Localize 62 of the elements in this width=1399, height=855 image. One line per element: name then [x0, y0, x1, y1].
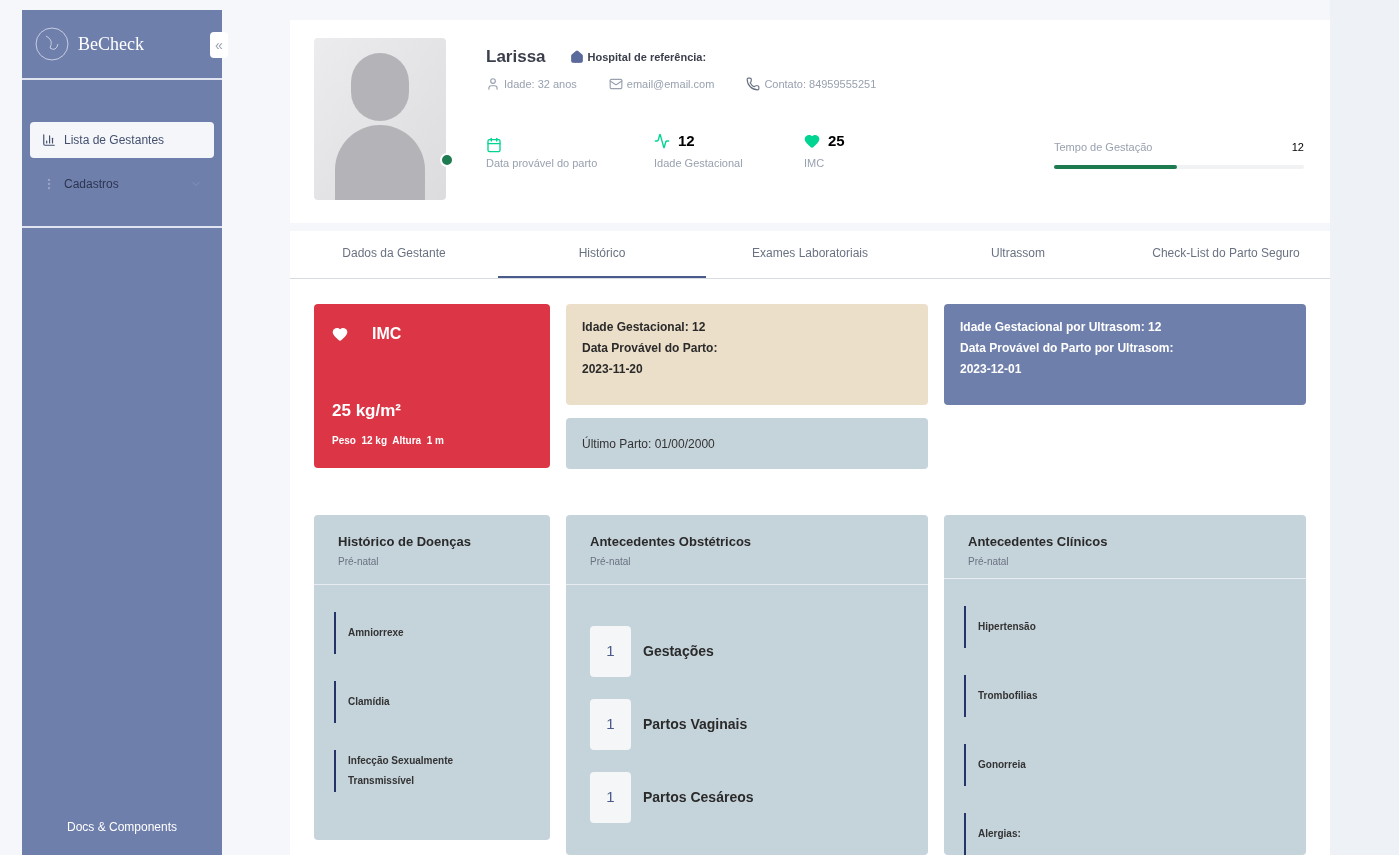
contact-text: Idade: 32 anos — [504, 76, 577, 92]
patient-name: Larissa — [486, 46, 546, 68]
item-label: Infecção Sexualmente Transmissível — [348, 754, 455, 788]
contact-text: Contato: 84959555251 — [764, 76, 877, 92]
item-label: Gonorreia — [978, 758, 1026, 772]
count-label: Gestações — [643, 642, 714, 661]
imc-details: Peso 12 kg Altura 1 m — [332, 434, 445, 448]
stat-value: 25 — [828, 131, 845, 151]
stat-label: IMC — [804, 155, 826, 171]
imc-value: 25 kg/m² — [332, 399, 402, 422]
stat-value: 12 — [678, 131, 695, 151]
stat-label: Data provável do parto — [486, 155, 599, 171]
hospital-label: Hospital de referência: — [587, 49, 707, 65]
panel-title: Antecedentes Obstétricos — [590, 533, 753, 551]
pulse-icon — [654, 133, 670, 150]
count-label: Partos Vaginais — [643, 715, 748, 734]
imc-title: IMC — [372, 324, 402, 344]
card-text: Data Provável do Parto: — [582, 340, 719, 357]
card-text: Data Provável do Parto por Ultrasom: — [960, 340, 1175, 357]
card-text: 2023-11-20 — [582, 361, 644, 378]
stat-label: Idade Gestacional — [654, 155, 744, 171]
panel-subtitle: Pré-natal — [338, 554, 380, 569]
tab[interactable]: Ultrassom — [914, 231, 1122, 278]
card-text: Último Parto: 01/00/2000 — [582, 435, 715, 453]
panel-subtitle: Pré-natal — [968, 554, 1010, 569]
item-label: Alergias: — [978, 827, 1021, 841]
heart-icon — [332, 326, 348, 342]
tab[interactable]: Dados da Gestante — [290, 231, 498, 278]
docs-link[interactable]: Docs & Components — [22, 807, 222, 847]
item-label: Trombofilias — [978, 689, 1038, 703]
mail-icon — [608, 76, 623, 91]
calendar-icon — [486, 136, 502, 153]
item-label: Hipertensão — [978, 620, 1036, 634]
card-text: 2023-12-01 — [960, 361, 1023, 378]
progress-label: Tempo de Gestação — [1054, 139, 1153, 155]
sidebar-label: Cadastros — [64, 176, 120, 193]
panel-subtitle: Pré-natal — [590, 554, 632, 569]
count-badge: 1 — [590, 626, 631, 677]
heart-icon — [804, 133, 820, 150]
sidebar-item[interactable]: Cadastros — [30, 166, 214, 202]
sidebar-label: Lista de Gestantes — [64, 132, 166, 149]
card-text: Idade Gestacional por Ultrasom: 12 — [960, 319, 1163, 336]
panel-title: Histórico de Doenças — [338, 533, 472, 551]
person-icon — [486, 76, 500, 91]
contact-text: email@email.com — [626, 76, 715, 92]
tab[interactable]: Exames Laboratoriais — [706, 231, 914, 278]
chart-icon — [42, 133, 56, 147]
logo-text: BeCheck — [78, 32, 144, 56]
logo-icon — [34, 26, 70, 62]
item-label: Clamídia — [348, 695, 390, 709]
count-badge: 1 — [590, 772, 631, 823]
sidebar-item[interactable]: Lista de Gestantes — [30, 122, 214, 158]
collapse-button[interactable]: « — [210, 32, 228, 58]
card-text: Idade Gestacional: 12 — [582, 319, 707, 336]
count-label: Partos Cesáreos — [643, 788, 754, 807]
tab[interactable]: Check-List do Parto Seguro — [1122, 231, 1330, 278]
house-icon — [569, 49, 584, 64]
item-label: Amniorrexe — [348, 626, 404, 640]
panel-title: Antecedentes Clínicos — [968, 533, 1109, 551]
progress-value: 12 — [1291, 139, 1304, 155]
phone-icon — [746, 76, 761, 91]
count-badge: 1 — [590, 699, 631, 750]
